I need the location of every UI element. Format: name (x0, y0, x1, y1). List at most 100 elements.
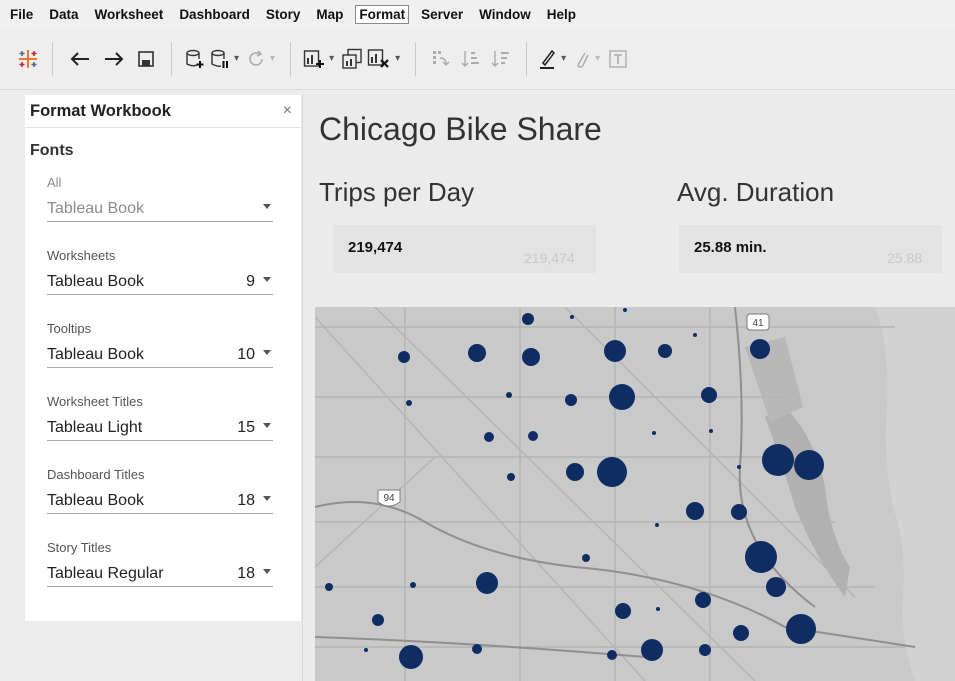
swap-rows-columns-icon[interactable] (426, 43, 456, 75)
station-marker[interactable] (476, 572, 498, 594)
station-marker[interactable] (399, 645, 423, 669)
station-marker[interactable] (750, 339, 770, 359)
undo-icon[interactable] (63, 43, 97, 75)
kpi-value: 25.88 min. (694, 239, 767, 256)
menu-dashboard[interactable]: Dashboard (175, 5, 254, 24)
chevron-down-icon[interactable] (263, 277, 271, 282)
station-marker[interactable] (695, 592, 711, 608)
station-marker[interactable] (372, 614, 384, 626)
station-marker[interactable] (762, 444, 794, 476)
station-marker[interactable] (655, 523, 659, 527)
station-marker[interactable] (656, 607, 660, 611)
font-dropdown[interactable]: Tableau Light 15 (47, 415, 273, 441)
new-data-source-icon[interactable] (182, 43, 208, 75)
pause-updates-icon[interactable] (208, 43, 232, 75)
dropdown-arrow-icon[interactable]: ▾ (270, 53, 275, 64)
station-marker[interactable] (484, 432, 494, 442)
station-marker[interactable] (522, 348, 540, 366)
dropdown-arrow-icon[interactable]: ▾ (329, 53, 334, 64)
station-marker[interactable] (410, 582, 416, 588)
menu-data[interactable]: Data (45, 5, 82, 24)
kpi-title-duration[interactable]: Avg. Duration (677, 177, 834, 208)
station-marker[interactable] (701, 387, 717, 403)
station-marker[interactable] (570, 315, 574, 319)
station-marker[interactable] (597, 457, 627, 487)
font-dropdown[interactable]: Tableau Regular 18 (47, 561, 273, 587)
menu-file[interactable]: File (6, 5, 37, 24)
station-marker[interactable] (641, 639, 663, 661)
menu-worksheet[interactable]: Worksheet (91, 5, 168, 24)
show-labels-icon[interactable] (605, 43, 631, 75)
chevron-down-icon[interactable] (263, 423, 271, 428)
station-marker[interactable] (468, 344, 486, 362)
toolbar-separator (290, 41, 292, 76)
font-setting-label: Story Titles (47, 540, 112, 555)
station-marker[interactable] (565, 394, 577, 406)
station-marker[interactable] (733, 625, 749, 641)
station-marker[interactable] (623, 308, 627, 312)
highlight-icon[interactable] (537, 43, 559, 75)
redo-icon[interactable] (97, 43, 131, 75)
station-marker[interactable] (652, 431, 656, 435)
station-marker[interactable] (737, 465, 741, 469)
station-marker[interactable] (398, 351, 410, 363)
station-marker[interactable] (506, 392, 512, 398)
kpi-card-trips[interactable]: 219,474 219,474 (333, 225, 596, 273)
menu-server[interactable]: Server (417, 5, 467, 24)
menu-story[interactable]: Story (262, 5, 305, 24)
save-icon[interactable] (131, 43, 161, 75)
station-marker[interactable] (658, 344, 672, 358)
chevron-down-icon[interactable] (263, 350, 271, 355)
font-dropdown[interactable]: Tableau Book (47, 196, 273, 222)
dropdown-arrow-icon[interactable]: ▾ (234, 53, 239, 64)
station-marker[interactable] (607, 650, 617, 660)
station-marker[interactable] (615, 603, 631, 619)
station-marker[interactable] (528, 431, 538, 441)
station-marker[interactable] (745, 541, 777, 573)
menu-format[interactable]: Format (355, 4, 410, 24)
station-marker[interactable] (794, 450, 824, 480)
station-marker[interactable] (766, 577, 786, 597)
station-marker[interactable] (731, 504, 747, 520)
station-marker[interactable] (699, 644, 711, 656)
refresh-icon[interactable] (244, 43, 268, 75)
tableau-logo-icon[interactable] (14, 43, 42, 75)
station-marker[interactable] (604, 340, 626, 362)
dropdown-arrow-icon[interactable]: ▾ (595, 53, 600, 64)
station-marker[interactable] (325, 583, 333, 591)
font-dropdown[interactable]: Tableau Book 10 (47, 342, 273, 368)
dropdown-arrow-icon[interactable]: ▾ (561, 53, 566, 64)
station-marker[interactable] (566, 463, 584, 481)
chevron-down-icon[interactable] (263, 204, 271, 209)
station-marker[interactable] (709, 429, 713, 433)
menu-map[interactable]: Map (312, 5, 347, 24)
station-marker[interactable] (609, 384, 635, 410)
font-dropdown[interactable]: Tableau Book 18 (47, 488, 273, 514)
station-map[interactable]: 41 94 (315, 307, 955, 681)
station-marker[interactable] (693, 333, 697, 337)
clear-sheet-icon[interactable] (365, 43, 393, 75)
font-dropdown[interactable]: Tableau Book 9 (47, 269, 273, 295)
duplicate-sheet-icon[interactable] (339, 43, 365, 75)
new-worksheet-icon[interactable] (301, 43, 327, 75)
dropdown-arrow-icon[interactable]: ▾ (395, 53, 400, 64)
kpi-card-duration[interactable]: 25.88 min. 25.88 (679, 225, 942, 273)
menu-window[interactable]: Window (475, 5, 535, 24)
station-marker[interactable] (364, 648, 368, 652)
station-marker[interactable] (507, 473, 515, 481)
kpi-title-trips[interactable]: Trips per Day (319, 177, 474, 208)
station-marker[interactable] (406, 400, 412, 406)
menu-help[interactable]: Help (543, 5, 580, 24)
dashboard-title[interactable]: Chicago Bike Share (319, 111, 602, 148)
group-members-icon[interactable] (571, 43, 593, 75)
sort-ascending-icon[interactable] (456, 43, 486, 75)
station-marker[interactable] (582, 554, 590, 562)
close-icon[interactable]: × (283, 102, 292, 120)
station-marker[interactable] (472, 644, 482, 654)
station-marker[interactable] (686, 502, 704, 520)
station-marker[interactable] (786, 614, 816, 644)
sort-descending-icon[interactable] (486, 43, 516, 75)
chevron-down-icon[interactable] (263, 569, 271, 574)
chevron-down-icon[interactable] (263, 496, 271, 501)
station-marker[interactable] (522, 313, 534, 325)
